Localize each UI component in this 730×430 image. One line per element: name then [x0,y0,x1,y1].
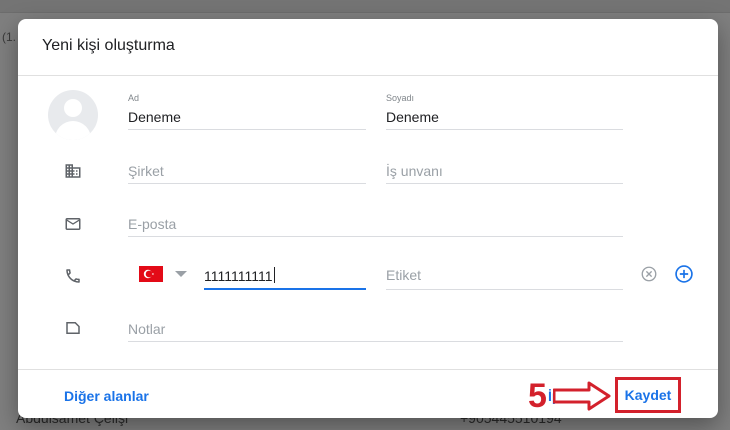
create-contact-dialog: Yeni kişi oluşturma Ad Deneme Soyadı Den… [18,19,718,418]
last-name-label: Soyadı [386,93,415,103]
phone-label-field[interactable]: Etiket [386,263,623,290]
job-title-field[interactable]: İş unvanı [386,159,623,184]
phone-value-wrap[interactable]: 1111111111 [204,267,275,284]
phone-icon [66,269,80,283]
phone-value: 1111111111 [204,268,273,284]
arrow-annotation-icon [553,381,611,411]
company-placeholder: Şirket [128,163,164,179]
save-button[interactable]: Kaydet [615,377,681,413]
notes-field[interactable]: Notlar [128,317,623,342]
email-field[interactable]: E-posta [128,213,623,237]
dialog-title: Yeni kişi oluşturma [42,37,175,54]
dialog-header: Yeni kişi oluşturma [18,19,718,76]
avatar-placeholder[interactable] [48,90,98,140]
last-name-field[interactable]: Soyadı Deneme [386,93,623,130]
flag-icon[interactable] [139,266,163,282]
company-field[interactable]: Şirket [128,159,366,184]
add-circle-icon[interactable] [674,264,694,284]
country-dropdown-icon[interactable] [175,271,187,277]
job-title-placeholder: İş unvanı [386,163,443,179]
step-number-annotation: 5 [528,377,547,415]
notes-placeholder: Notlar [128,321,166,337]
clear-icon[interactable] [640,265,658,283]
phone-label-placeholder: Etiket [386,267,422,283]
email-icon [65,218,81,230]
first-name-field[interactable]: Ad Deneme [128,93,366,130]
phone-field[interactable]: 1111111111 [204,263,366,290]
background-topbar [0,0,730,13]
footer-divider [18,369,718,370]
more-fields-link[interactable]: Diğer alanlar [64,388,149,404]
background-fragment: (1. [2,30,17,44]
first-name-value[interactable]: Deneme [128,109,181,125]
last-name-value[interactable]: Deneme [386,109,439,125]
label-icon [66,322,80,334]
building-icon [65,164,81,178]
email-placeholder: E-posta [128,216,177,232]
first-name-label: Ad [128,93,140,103]
